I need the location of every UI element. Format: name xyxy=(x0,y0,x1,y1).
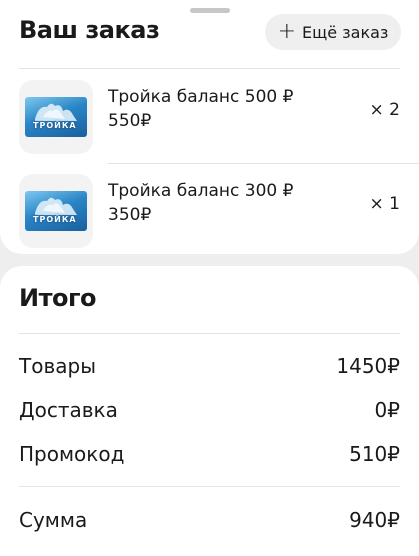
item-price: 350₽ xyxy=(108,205,152,225)
order-summary: Итого Товары 1450₽ Доставка 0₽ Промокод … xyxy=(0,266,419,556)
troika-card-icon: ТРОЙКА xyxy=(25,97,87,137)
item-thumbnail: ТРОЙКА xyxy=(19,80,93,154)
troika-card-icon: ТРОЙКА xyxy=(25,191,87,231)
sheet-grabber[interactable] xyxy=(190,8,230,13)
summary-title: Итого xyxy=(19,284,97,312)
divider xyxy=(108,163,419,164)
item-quantity: × 1 xyxy=(369,194,400,214)
add-more-order-label: Ещё заказ xyxy=(302,22,389,42)
item-quantity: × 2 xyxy=(369,100,400,120)
order-sheet: Ваш заказ + Ещё заказ ТРОЙКА Тройка бала… xyxy=(0,0,419,254)
item-thumbnail: ТРОЙКА xyxy=(19,174,93,248)
item-name: Тройка баланс 500 ₽ xyxy=(108,87,294,107)
item-name: Тройка баланс 300 ₽ xyxy=(108,181,294,201)
plus-icon: + xyxy=(277,19,297,44)
card-brand-label: ТРОЙКА xyxy=(33,121,77,130)
divider xyxy=(19,68,400,69)
divider xyxy=(19,486,400,487)
item-price: 550₽ xyxy=(108,111,152,131)
card-brand-label: ТРОЙКА xyxy=(33,215,77,224)
promocode-label: Промокод xyxy=(19,442,125,466)
delivery-label: Доставка xyxy=(19,398,118,422)
order-item[interactable]: ТРОЙКА Тройка баланс 300 ₽ 350₽ × 1 xyxy=(0,166,419,256)
delivery-value: 0₽ xyxy=(374,398,400,422)
order-title: Ваш заказ xyxy=(19,16,160,44)
promocode-value: 510₽ xyxy=(349,442,400,466)
order-item[interactable]: ТРОЙКА Тройка баланс 500 ₽ 550₽ × 2 xyxy=(0,72,419,162)
goods-label: Товары xyxy=(19,354,96,378)
add-more-order-button[interactable]: + Ещё заказ xyxy=(265,14,401,50)
goods-value: 1450₽ xyxy=(336,354,400,378)
total-label: Сумма xyxy=(19,508,88,532)
total-value: 940₽ xyxy=(349,508,400,532)
divider xyxy=(19,333,400,334)
